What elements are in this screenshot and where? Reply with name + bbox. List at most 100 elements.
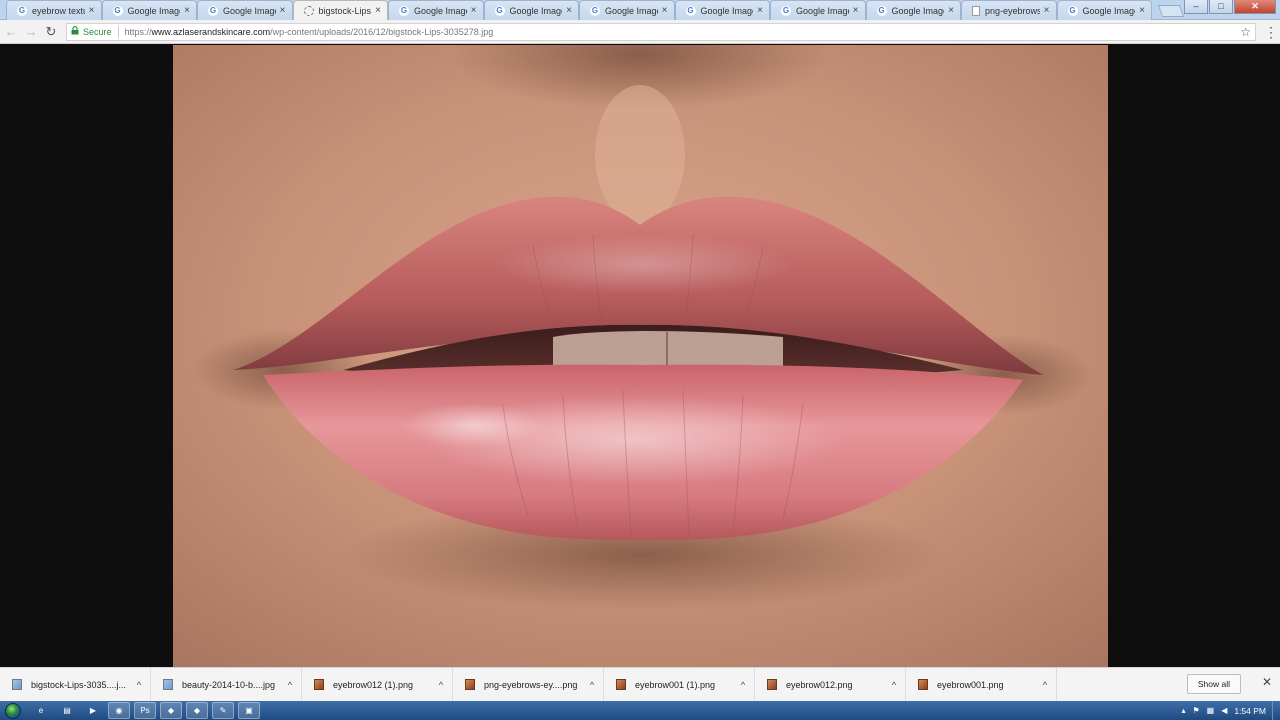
- tab-close-icon[interactable]: ×: [851, 5, 861, 16]
- tab-title: eyebrow textu: [32, 5, 85, 16]
- photoshop-icon: Ps: [140, 706, 150, 715]
- tab-title: Google Image: [891, 5, 945, 16]
- taskbar-button-1[interactable]: ▤: [56, 702, 78, 719]
- tab-close-icon[interactable]: ×: [182, 5, 192, 16]
- flag-icon[interactable]: ⚑: [1192, 706, 1199, 715]
- png-file-icon: [767, 679, 777, 690]
- tab-0[interactable]: Geyebrow textu ×: [6, 0, 102, 20]
- browser-toolbar: ← → ↻ Secure https://www.azlaserandskinc…: [0, 20, 1280, 44]
- tab-4[interactable]: G Google Image ×: [388, 0, 484, 20]
- tab-2[interactable]: G Google Image ×: [197, 0, 293, 20]
- address-bar[interactable]: Secure https://www.azlaserandskincare.co…: [66, 22, 1256, 41]
- back-button[interactable]: ←: [2, 23, 20, 41]
- download-filename: beauty-2014-10-b....jpg: [182, 679, 276, 690]
- tab-close-icon[interactable]: ×: [564, 5, 574, 16]
- google-icon: G: [781, 5, 791, 16]
- tab-10[interactable]: png-eyebrows ×: [961, 0, 1057, 20]
- tab-close-icon[interactable]: ×: [373, 5, 383, 16]
- google-icon: G: [208, 5, 218, 16]
- download-item[interactable]: beauty-2014-10-b....jpg ^: [151, 667, 302, 702]
- taskbar-button-6[interactable]: ◆: [186, 702, 208, 719]
- download-menu-caret-icon[interactable]: ^: [128, 680, 150, 690]
- bookmark-star-icon[interactable]: ☆: [1240, 25, 1251, 39]
- download-menu-caret-icon[interactable]: ^: [883, 680, 905, 690]
- google-icon: G: [1067, 5, 1078, 16]
- lock-icon: [71, 26, 79, 37]
- tab-5[interactable]: G Google Image ×: [483, 0, 579, 20]
- tab-1[interactable]: G Google Image ×: [101, 0, 197, 20]
- tab-close-icon[interactable]: ×: [469, 5, 479, 16]
- tab-close-icon[interactable]: ×: [755, 5, 765, 16]
- app-icon-2: ◆: [193, 706, 201, 715]
- new-tab-button[interactable]: [1157, 5, 1185, 17]
- clock[interactable]: 1:54 PM: [1234, 706, 1266, 716]
- download-menu-caret-icon[interactable]: ^: [732, 680, 754, 690]
- taskbar-button-2[interactable]: ▶: [82, 702, 104, 719]
- tab-7[interactable]: G Google Image ×: [674, 0, 770, 20]
- tab-title: Google Image: [223, 5, 276, 16]
- show-hidden-icons-icon[interactable]: ▴: [1181, 706, 1185, 715]
- tab-title: Google Image: [414, 5, 467, 16]
- browser-menu-button[interactable]: ⋮: [1262, 23, 1280, 41]
- forward-button[interactable]: →: [22, 23, 40, 41]
- taskbar-button-0[interactable]: e: [30, 702, 52, 719]
- download-item[interactable]: eyebrow001 (1).png ^: [604, 667, 755, 702]
- downloads-list: bigstock-Lips-3035....j... ^ beauty-2014-1…: [0, 667, 1057, 702]
- tab-title: Google Image: [1082, 5, 1136, 16]
- tab-close-icon[interactable]: ×: [946, 5, 956, 16]
- tab-close-icon[interactable]: ×: [278, 5, 288, 16]
- show-desktop-button[interactable]: [1272, 701, 1280, 720]
- download-item[interactable]: png-eyebrows-ey....png ^: [453, 667, 604, 702]
- download-filename: png-eyebrows-ey....png: [484, 679, 578, 690]
- start-button[interactable]: [0, 701, 26, 720]
- download-menu-caret-icon[interactable]: ^: [581, 680, 603, 690]
- download-item[interactable]: eyebrow001.png ^: [906, 667, 1057, 702]
- chrome-icon: ◉: [115, 706, 123, 715]
- network-icon[interactable]: ▦: [1207, 706, 1215, 715]
- taskbar-button-5[interactable]: ◆: [160, 702, 182, 719]
- url-text[interactable]: https://www.azlaserandskincare.com/wp-co…: [125, 27, 494, 37]
- tab-title: Google Image: [509, 5, 563, 16]
- downloads-shelf: bigstock-Lips-3035....j... ^ beauty-2014-1…: [0, 667, 1280, 702]
- show-all-downloads-button[interactable]: Show all: [1186, 674, 1241, 694]
- download-item[interactable]: eyebrow012 (1).png ^: [302, 667, 453, 702]
- tab-close-icon[interactable]: ×: [1042, 5, 1052, 16]
- taskbar-button-7[interactable]: ✎: [212, 702, 234, 719]
- taskbar-button-4[interactable]: Ps: [134, 702, 156, 719]
- reload-button[interactable]: ↻: [42, 23, 60, 41]
- tab-3[interactable]: bigstock-Lips-3×: [292, 0, 388, 20]
- tab-8[interactable]: G Google Image ×: [770, 0, 866, 20]
- google-icon: G: [685, 5, 696, 16]
- close-window-button[interactable]: ✕: [1234, 0, 1276, 14]
- app-icon-3: ✎: [219, 706, 227, 715]
- tab-strip: Geyebrow textu × G Google Image × G Google Ima…: [0, 0, 1280, 20]
- tab-close-icon[interactable]: ×: [87, 5, 97, 16]
- png-file-icon: [616, 679, 626, 690]
- google-icon: G: [17, 5, 27, 16]
- download-menu-caret-icon[interactable]: ^: [279, 680, 301, 690]
- download-item[interactable]: bigstock-Lips-3035....j... ^: [0, 667, 151, 702]
- download-item[interactable]: eyebrow012.png ^: [755, 667, 906, 702]
- tab-close-icon[interactable]: ×: [660, 5, 670, 16]
- tab-close-icon[interactable]: ×: [1137, 5, 1147, 16]
- tab-6[interactable]: G Google Image ×: [579, 0, 675, 20]
- secure-label: Secure: [83, 26, 112, 37]
- download-menu-caret-icon[interactable]: ^: [1034, 680, 1056, 690]
- browser-window: Geyebrow textu × G Google Image × G Google Ima…: [0, 0, 1280, 720]
- tab-title: bigstock-Lips-3: [318, 5, 372, 16]
- google-icon: G: [590, 5, 600, 16]
- tab-11[interactable]: G Google Image ×: [1056, 0, 1152, 20]
- taskbar-button-8[interactable]: ▣: [238, 702, 260, 719]
- taskbar-button-3[interactable]: ◉: [108, 702, 130, 719]
- download-filename: eyebrow012 (1).png: [333, 679, 414, 690]
- loading-icon: [303, 5, 314, 16]
- download-filename: eyebrow012.png: [786, 679, 853, 690]
- download-menu-caret-icon[interactable]: ^: [430, 680, 452, 690]
- maximize-button[interactable]: □: [1209, 0, 1233, 14]
- tab-9[interactable]: G Google Image ×: [865, 0, 961, 20]
- close-downloads-shelf-icon[interactable]: ✕: [1262, 675, 1272, 689]
- app-icon-1: ◆: [167, 706, 175, 715]
- volume-icon[interactable]: ◀: [1221, 706, 1227, 715]
- minimize-button[interactable]: –: [1184, 0, 1208, 14]
- tab-list: Geyebrow textu × G Google Image × G Google Ima…: [6, 0, 1185, 20]
